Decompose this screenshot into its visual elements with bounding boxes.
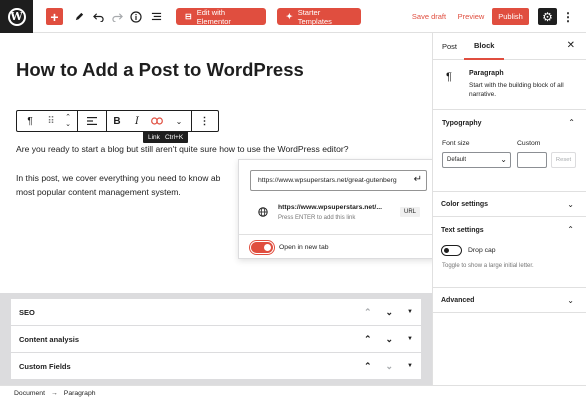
plus-icon: + bbox=[50, 8, 59, 25]
suggestion-title: https://www.wpsuperstars.net/... bbox=[278, 204, 382, 211]
sidebar-tabs: Post Block ✕ bbox=[433, 33, 586, 60]
info-icon[interactable] bbox=[129, 8, 143, 25]
open-in-new-tab-row: Open in new tab bbox=[251, 242, 329, 253]
tab-block[interactable]: Block bbox=[464, 33, 505, 60]
url-input[interactable]: https://www.wpsuperstars.net/great-guten… bbox=[250, 170, 427, 191]
more-formats-chevron-down-icon[interactable]: ⌄ bbox=[167, 111, 191, 131]
url-badge: URL bbox=[400, 207, 421, 217]
text-settings-panel-header[interactable]: Text settings ⌃ bbox=[432, 217, 586, 243]
drop-cap-hint: Toggle to show a large initial letter. bbox=[442, 263, 534, 269]
toggle-panel-icon[interactable]: ▼ bbox=[407, 336, 413, 342]
paragraph-icon: ¶ bbox=[446, 71, 452, 83]
edit-with-elementor-button[interactable]: ⊟ Edit with Elementor bbox=[176, 7, 266, 26]
chevron-down-icon: ⌄ bbox=[500, 155, 507, 164]
starter-templates-button[interactable]: ✦ Starter Templates bbox=[277, 7, 361, 26]
bold-icon[interactable]: B bbox=[107, 111, 127, 131]
popover-divider bbox=[239, 234, 435, 235]
color-settings-panel-header[interactable]: Color settings ⌄ bbox=[432, 191, 586, 217]
redo-icon[interactable] bbox=[110, 8, 124, 25]
meta-box-title: SEO bbox=[19, 307, 35, 317]
elementor-icon: ⊟ bbox=[185, 12, 192, 21]
meta-box-content-analysis[interactable]: Content analysis ⌃ ⌄ ▼ bbox=[11, 326, 421, 353]
paragraph-block-line[interactable]: In this post, we cover everything you ne… bbox=[16, 172, 220, 185]
paragraph-block[interactable]: Are you ready to start a blog but still … bbox=[16, 143, 349, 156]
add-block-button[interactable]: + bbox=[46, 8, 63, 25]
breadcrumb-separator: → bbox=[50, 389, 58, 397]
typography-title: Typography bbox=[442, 119, 482, 127]
block-card-description: Start with the building block of all nar… bbox=[469, 82, 564, 98]
move-up-icon[interactable]: ⌃ bbox=[364, 361, 372, 372]
meta-box-title: Content analysis bbox=[19, 334, 80, 344]
italic-icon[interactable]: I bbox=[127, 111, 147, 131]
link-suggestion[interactable]: https://www.wpsuperstars.net/... Press E… bbox=[240, 200, 436, 228]
starter-templates-label: Starter Templates bbox=[297, 7, 332, 26]
meta-box-title: Custom Fields bbox=[19, 361, 71, 371]
font-size-select[interactable]: Default ⌄ bbox=[442, 152, 511, 168]
move-down-icon[interactable]: ⌄ bbox=[386, 307, 394, 318]
tools-pencil-icon[interactable] bbox=[72, 8, 86, 25]
list-view-icon[interactable] bbox=[149, 8, 163, 25]
chevron-down-icon: ⌄ bbox=[567, 200, 574, 209]
color-settings-title: Color settings bbox=[441, 200, 489, 208]
toggle-panel-icon[interactable]: ▼ bbox=[407, 309, 413, 315]
align-left-icon[interactable] bbox=[78, 111, 106, 131]
meta-box-seo[interactable]: SEO ⌃ ⌄ ▼ bbox=[11, 299, 421, 326]
undo-icon[interactable] bbox=[91, 8, 105, 25]
more-options-icon[interactable]: ⋮ bbox=[562, 8, 574, 25]
move-down-icon[interactable]: ⌄ bbox=[386, 361, 394, 372]
typography-panel-header[interactable]: Typography ⌃ bbox=[433, 110, 586, 136]
toggle-panel-icon[interactable]: ▼ bbox=[407, 363, 413, 369]
chevron-up-icon: ⌃ bbox=[568, 118, 575, 127]
block-card-title: Paragraph bbox=[469, 70, 504, 77]
custom-size-label: Custom bbox=[517, 140, 541, 147]
drop-cap-label: Drop cap bbox=[468, 247, 496, 254]
move-down-icon[interactable]: ⌄ bbox=[386, 334, 394, 345]
move-up-icon[interactable]: ⌃ bbox=[364, 334, 372, 345]
drop-cap-toggle[interactable] bbox=[441, 245, 462, 256]
publish-button[interactable]: Publish bbox=[492, 8, 529, 25]
custom-font-size-input[interactable] bbox=[517, 152, 547, 168]
breadcrumb-document[interactable]: Document bbox=[14, 390, 45, 397]
templates-icon: ✦ bbox=[286, 12, 293, 21]
drag-handle-icon[interactable]: ⠿ bbox=[43, 111, 59, 131]
reset-button[interactable]: Reset bbox=[551, 152, 576, 168]
move-up-down-icon[interactable]: ⌃ ⌄ bbox=[59, 111, 77, 131]
settings-gear-icon[interactable]: ⚙ bbox=[538, 8, 557, 25]
chevron-up-icon: ⌃ bbox=[567, 225, 574, 234]
edit-elementor-label: Edit with Elementor bbox=[196, 7, 231, 26]
open-in-new-tab-toggle[interactable] bbox=[251, 242, 273, 253]
wordpress-logo-icon[interactable]: W bbox=[0, 0, 33, 33]
font-size-select-value: Default bbox=[447, 157, 467, 163]
open-in-new-tab-label: Open in new tab bbox=[279, 244, 329, 251]
breadcrumb-paragraph[interactable]: Paragraph bbox=[64, 390, 96, 397]
tooltip-shortcut: Ctrl+K bbox=[164, 133, 184, 141]
globe-icon bbox=[258, 207, 268, 220]
tooltip-label: Link bbox=[148, 133, 160, 141]
tab-post[interactable]: Post bbox=[442, 33, 457, 60]
post-title[interactable]: How to Add a Post to WordPress bbox=[16, 59, 304, 81]
move-up-icon[interactable]: ⌃ bbox=[364, 307, 372, 318]
chevron-down-icon: ⌄ bbox=[567, 296, 574, 305]
meta-box-custom-fields[interactable]: Custom Fields ⌃ ⌄ ▼ bbox=[11, 353, 421, 380]
save-draft-button[interactable]: Save draft bbox=[410, 8, 448, 25]
preview-button[interactable]: Preview bbox=[456, 8, 486, 25]
suggestion-hint: Press ENTER to add this link bbox=[278, 215, 356, 221]
link-popover: https://www.wpsuperstars.net/great-guten… bbox=[238, 159, 436, 259]
top-toolbar: W + ⊟ Edit with Elementor ✦ Starter Temp… bbox=[0, 0, 586, 33]
link-icon[interactable] bbox=[147, 111, 167, 131]
paragraph-block-line[interactable]: most popular content management system. bbox=[16, 186, 181, 199]
advanced-panel-header[interactable]: Advanced ⌄ bbox=[432, 287, 586, 313]
close-icon[interactable]: ✕ bbox=[567, 40, 575, 51]
block-toolbar: ¶ ⠿ ⌃ ⌄ B I ⌄ ⋮ bbox=[16, 110, 219, 132]
url-input-value: https://www.wpsuperstars.net/great-guten… bbox=[258, 177, 397, 184]
block-card: ¶ Paragraph Start with the building bloc… bbox=[433, 60, 586, 110]
font-size-label: Font size bbox=[442, 140, 470, 147]
submit-enter-icon[interactable]: ↵ bbox=[414, 174, 422, 185]
text-settings-title: Text settings bbox=[441, 226, 484, 234]
link-tooltip: Link Ctrl+K bbox=[143, 131, 189, 143]
advanced-title: Advanced bbox=[441, 296, 475, 304]
paragraph-type-icon[interactable]: ¶ bbox=[17, 111, 43, 131]
breadcrumb: Document → Paragraph bbox=[0, 385, 586, 400]
block-options-icon[interactable]: ⋮ bbox=[192, 111, 217, 131]
